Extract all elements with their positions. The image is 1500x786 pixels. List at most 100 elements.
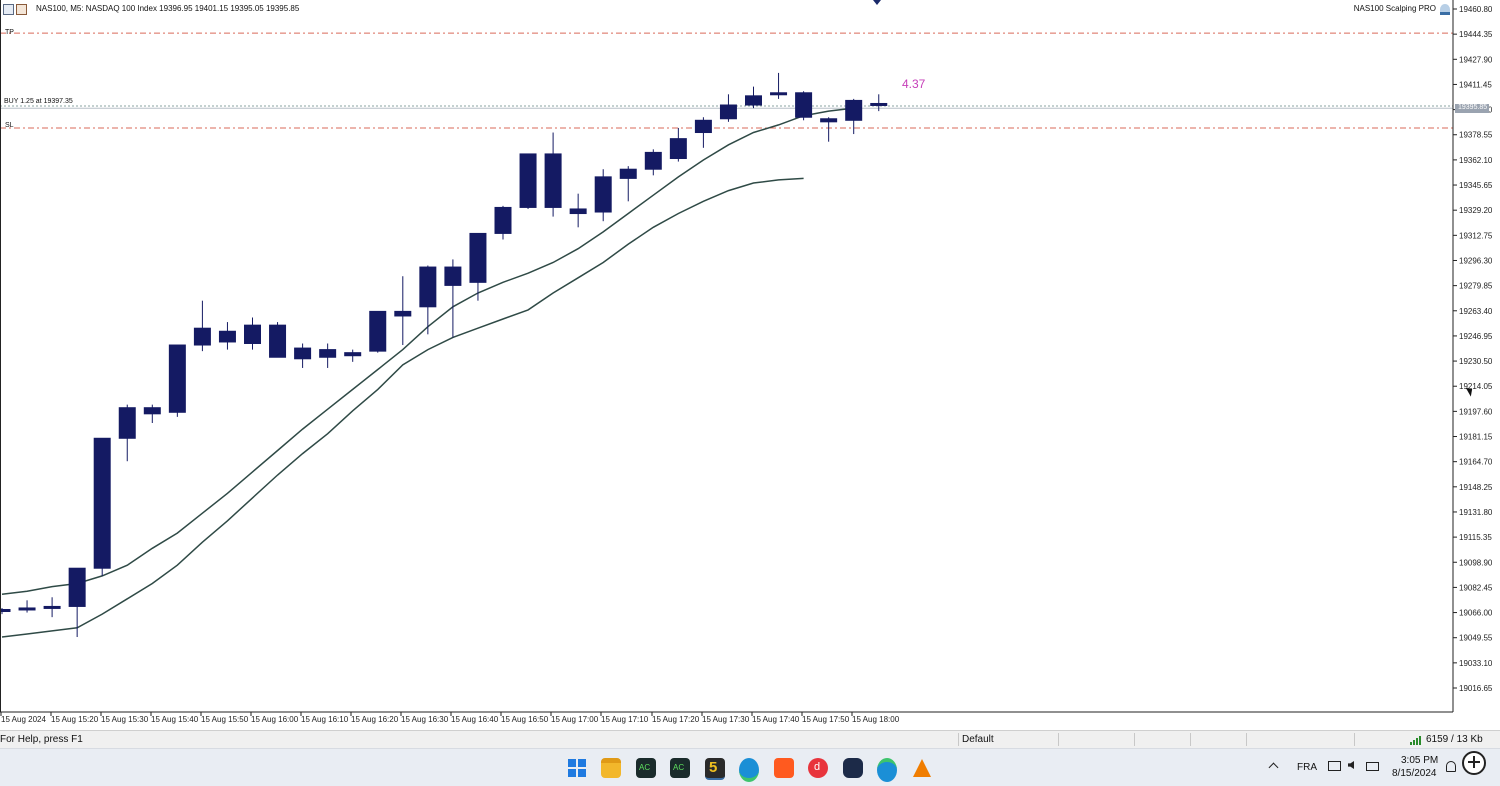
buy-label: BUY 1.25 at 19397.35 [4, 98, 73, 105]
chart-background [0, 0, 1500, 730]
chart-area[interactable]: 19460.8019444.3519427.9019411.4519395.00… [0, 0, 1500, 730]
candle-body [870, 102, 888, 106]
x-tick-label: 15 Aug 15:20 [51, 715, 99, 724]
status-divider [1246, 733, 1247, 746]
indicator-hat-icon[interactable] [1440, 4, 1450, 15]
y-tick-label: 19131.80 [1459, 508, 1493, 517]
taskbar: AC AC 5 d FRA 3:05 PM 8/15/2024 [0, 748, 1500, 786]
mt-markets-2-icon[interactable]: AC [670, 758, 690, 778]
y-tick-label: 19164.70 [1459, 458, 1493, 467]
candle[interactable] [369, 310, 387, 353]
x-tick-label: 15 Aug 16:10 [301, 715, 349, 724]
candle-body [344, 352, 362, 357]
candle-body [118, 407, 136, 439]
tp-label: TP [5, 29, 14, 36]
x-tick-label: 15 Aug 16:00 [251, 715, 299, 724]
candle[interactable] [269, 322, 287, 358]
clock-time[interactable]: 3:05 PM [1401, 755, 1438, 766]
edge-dev-icon[interactable] [877, 758, 897, 782]
candle-body [820, 118, 838, 123]
y-tick-label: 19148.25 [1459, 483, 1493, 492]
y-tick-label: 19460.80 [1459, 5, 1493, 14]
mt-markets-icon[interactable]: AC [636, 758, 656, 778]
y-tick-label: 19197.60 [1459, 407, 1493, 416]
status-divider [1134, 733, 1135, 746]
candle-body [669, 138, 687, 160]
profile-name[interactable]: Default [962, 734, 994, 745]
x-tick-label: 15 Aug 17:20 [652, 715, 700, 724]
mt5-icon[interactable]: 5 [705, 758, 725, 780]
y-tick-label: 19263.40 [1459, 307, 1493, 316]
start-icon[interactable] [567, 758, 587, 778]
price-chart[interactable]: 19460.8019444.3519427.9019411.4519395.00… [0, 0, 1500, 730]
battery-icon[interactable] [1366, 762, 1379, 771]
x-tick-label: 15 Aug 17:30 [702, 715, 750, 724]
candle-body [43, 605, 61, 609]
candle[interactable] [795, 91, 813, 121]
candle-body [143, 407, 161, 415]
x-tick-label: 15 Aug 15:50 [201, 715, 249, 724]
candle-body [594, 176, 612, 213]
x-tick-label: 15 Aug 15:30 [101, 715, 149, 724]
y-tick-label: 19066.00 [1459, 609, 1493, 618]
candle-body [269, 324, 287, 358]
y-tick-label: 19230.50 [1459, 357, 1493, 366]
vlc-icon[interactable] [913, 759, 931, 777]
candle-body [544, 153, 562, 208]
symbol-info: NAS100, M5: NASDAQ 100 Index 19396.95 19… [36, 4, 300, 13]
monitor-icon[interactable] [1328, 761, 1341, 771]
x-tick-label: 15 Aug 17:50 [802, 715, 850, 724]
current-price-tag: 19395.85 [1455, 104, 1489, 113]
candle-body [218, 330, 236, 343]
y-tick-label: 19049.55 [1459, 634, 1493, 643]
indicator-name: NAS100 Scalping PRO [1353, 4, 1436, 13]
status-divider [1190, 733, 1191, 746]
y-tick-label: 19411.45 [1459, 80, 1492, 89]
x-tick-label: 15 Aug 17:00 [551, 715, 599, 724]
candle-body [745, 95, 762, 106]
chart-menu-icons[interactable] [3, 3, 33, 15]
candle-body [569, 208, 587, 215]
x-tick-label: 15 Aug 17:10 [601, 715, 649, 724]
x-tick-label: 15 Aug 16:20 [351, 715, 399, 724]
tray-chevron-icon[interactable] [1268, 762, 1279, 773]
clock-date[interactable]: 8/15/2024 [1392, 768, 1437, 779]
current-price-text: 19395.85 [1458, 104, 1488, 111]
app-dark-icon[interactable] [843, 758, 863, 778]
file-explorer-icon[interactable] [601, 758, 621, 778]
candle[interactable] [168, 344, 186, 417]
candle-body [644, 151, 662, 170]
y-tick-label: 19296.30 [1459, 256, 1493, 265]
candle-body [795, 92, 813, 118]
sl-label: SL [5, 122, 14, 129]
candle-body [419, 266, 437, 308]
y-tick-label: 19098.90 [1459, 558, 1493, 567]
magnifier-icon[interactable] [1462, 751, 1486, 775]
help-text: For Help, press F1 [0, 734, 83, 745]
candle-body [0, 608, 11, 612]
chart-window-icon[interactable] [16, 4, 27, 15]
y-tick-label: 19345.65 [1459, 181, 1493, 190]
status-bar: For Help, press F1 Default 6159 / 13 Kb [0, 730, 1500, 749]
candle-body [694, 119, 712, 134]
edge-icon[interactable] [739, 758, 759, 782]
y-tick-label: 19362.10 [1459, 156, 1493, 165]
candle-body [845, 99, 863, 121]
language-indicator[interactable]: FRA [1297, 762, 1317, 773]
candle-body [244, 324, 261, 344]
candle-body [369, 310, 387, 352]
candle[interactable] [93, 437, 111, 576]
profit-label: 4.37 [902, 77, 926, 91]
candle-body [770, 92, 788, 96]
app-orange-icon[interactable] [774, 758, 794, 778]
candle-body [93, 437, 111, 569]
speaker-icon[interactable] [1348, 761, 1354, 769]
notification-bell-icon[interactable] [1446, 761, 1456, 772]
y-tick-label: 19427.90 [1459, 55, 1493, 64]
connection-bars-icon [1410, 735, 1422, 745]
x-tick-label: 15 Aug 18:00 [852, 715, 900, 724]
app-red-icon[interactable]: d [808, 758, 828, 778]
chart-list-icon[interactable] [3, 4, 14, 15]
candle[interactable] [519, 153, 537, 209]
candle-body [444, 266, 462, 286]
